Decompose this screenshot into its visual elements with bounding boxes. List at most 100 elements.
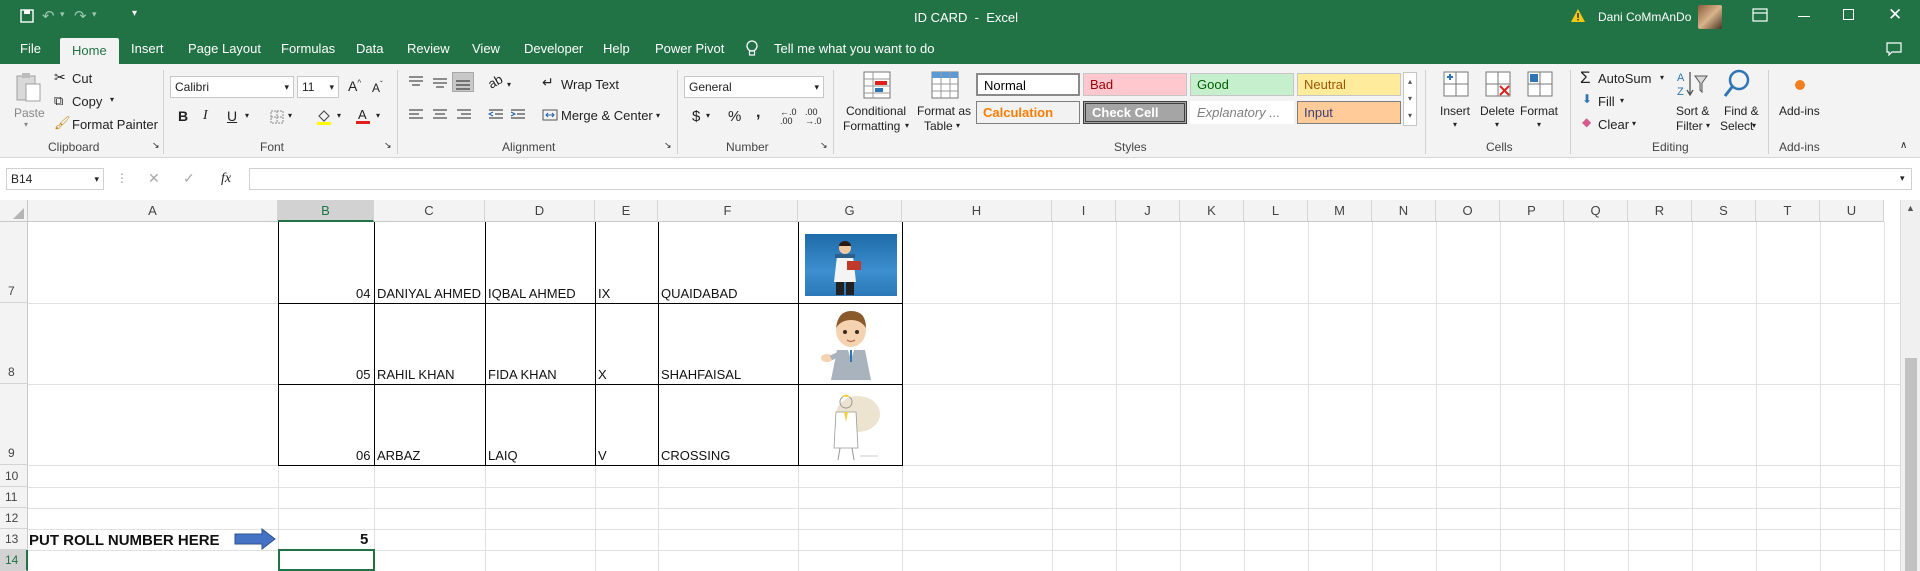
align-center-icon[interactable] [432,109,448,121]
align-left-icon[interactable] [408,109,424,121]
style-input[interactable]: Input [1297,101,1401,124]
number-launcher-icon[interactable]: ↘ [820,140,828,151]
comma-button[interactable]: , [756,104,760,122]
tab-review[interactable]: Review [407,34,450,64]
cut-button[interactable]: Cut [72,71,92,86]
copy-dropdown-icon[interactable]: ▾ [110,95,114,104]
student-photo[interactable] [805,234,897,296]
copy-icon[interactable]: ⧉ [54,93,63,109]
conditional-formatting-icon[interactable] [862,70,892,100]
delete-dropdown-icon[interactable]: ▾ [1495,120,1499,129]
conditional-formatting-dropdown-icon[interactable]: ▾ [905,121,909,130]
select-all-corner[interactable] [0,200,28,222]
row-header[interactable]: 10 [0,465,28,487]
collapse-ribbon-icon[interactable]: ∧ [1900,140,1907,151]
top-align-icon[interactable] [408,76,424,88]
font-color-dropdown-icon[interactable]: ▾ [376,111,380,120]
insert-function-button[interactable]: fx [221,171,231,187]
decrease-decimal-icon[interactable]: .00 →.0 [805,108,822,126]
roll-cell[interactable]: 04 [356,286,370,301]
tab-power-pivot[interactable]: Power Pivot [655,34,724,64]
address-cell[interactable]: CROSSING [661,448,730,463]
column-header[interactable]: C [374,200,485,222]
format-as-table-label-1[interactable]: Format as [917,104,971,118]
paste-dropdown-icon[interactable]: ▾ [24,120,28,129]
autosum-dropdown-icon[interactable]: ▾ [1660,73,1664,82]
wrap-text-icon[interactable]: ↵ [542,74,554,91]
conditional-formatting-label-1[interactable]: Conditional [846,104,906,118]
cancel-entry-icon[interactable]: ✕ [148,170,160,187]
column-header[interactable]: T [1756,200,1820,222]
find-select-dropdown-icon[interactable]: ▾ [1752,121,1756,130]
increase-decimal-icon[interactable]: ←.0.00 [780,108,797,126]
sort-filter-label-1[interactable]: Sort & [1676,104,1709,118]
increase-font-icon[interactable]: A^ [348,78,361,94]
formula-bar-grip-icon[interactable]: ⋮ [116,171,128,185]
fill-color-dropdown-icon[interactable]: ▾ [337,111,341,120]
tab-formulas[interactable]: Formulas [281,34,335,64]
address-cell[interactable]: QUAIDABAD [661,286,738,301]
clear-icon[interactable]: ◆ [1582,115,1591,129]
vertical-scrollbar[interactable]: ▲ [1900,200,1920,571]
column-header[interactable]: D [485,200,595,222]
format-cells-icon[interactable] [1526,70,1554,98]
format-cells-button[interactable]: Format [1520,104,1558,118]
delete-cells-button[interactable]: Delete [1480,104,1515,118]
style-good[interactable]: Good [1190,73,1294,96]
row-header[interactable]: 9 [0,384,28,465]
column-header[interactable]: H [902,200,1052,222]
format-dropdown-icon[interactable]: ▾ [1537,120,1541,129]
row-header[interactable]: 14 [0,550,28,571]
worksheet-grid[interactable]: A B C D E F G H I J K L M N O P Q R S T … [0,200,1920,571]
find-select-icon[interactable] [1722,68,1752,100]
fill-dropdown-icon[interactable]: ▾ [1620,96,1624,105]
font-name-select[interactable]: Calibri ▾ [170,76,294,98]
roll-cell[interactable]: 05 [356,367,370,382]
father-cell[interactable]: LAIQ [488,448,518,463]
decrease-font-icon[interactable]: Aˇ [372,80,383,95]
underline-dropdown-icon[interactable]: ▾ [245,111,249,120]
orientation-dropdown-icon[interactable]: ▾ [507,80,511,89]
format-painter-icon[interactable]: 🖌 [54,115,71,131]
scroll-up-icon[interactable]: ▲ [1906,203,1915,213]
italic-button[interactable]: I [203,108,208,124]
percent-button[interactable]: % [728,108,741,125]
tab-data[interactable]: Data [356,34,383,64]
sort-filter-label-2[interactable]: Filter [1676,119,1703,133]
fill-button[interactable]: Fill [1598,94,1615,109]
close-icon[interactable]: ✕ [1888,5,1902,25]
paste-icon[interactable] [14,72,42,102]
clear-button[interactable]: Clear [1598,117,1629,132]
column-header[interactable]: K [1180,200,1244,222]
style-check-cell[interactable]: Check Cell [1083,101,1187,124]
roll-cell[interactable]: 06 [356,448,370,463]
paste-button[interactable]: Paste [14,106,45,120]
insert-cells-icon[interactable] [1442,70,1470,98]
find-select-label-2[interactable]: Select [1720,119,1753,133]
merge-center-icon[interactable] [542,109,558,121]
style-bad[interactable]: Bad [1083,73,1187,96]
borders-icon[interactable] [270,110,284,124]
column-header[interactable]: N [1372,200,1436,222]
row-header[interactable]: 12 [0,508,28,529]
decrease-indent-icon[interactable] [488,109,504,121]
undo-dropdown-icon[interactable]: ▾ [60,9,65,20]
class-cell[interactable]: X [598,367,607,382]
style-neutral[interactable]: Neutral [1297,73,1401,96]
align-right-icon[interactable] [456,109,472,121]
ribbon-display-icon[interactable] [1752,8,1768,22]
column-header[interactable]: O [1436,200,1500,222]
clipboard-launcher-icon[interactable]: ↘ [152,140,160,151]
tab-help[interactable]: Help [603,34,630,64]
alignment-launcher-icon[interactable]: ↘ [664,140,672,151]
sort-filter-dropdown-icon[interactable]: ▾ [1706,121,1710,130]
formula-input[interactable] [249,168,1912,190]
roll-number-input[interactable]: 5 [360,531,368,548]
column-header[interactable]: L [1244,200,1308,222]
column-header[interactable]: E [595,200,658,222]
name-cell[interactable]: ARBAZ [377,448,420,463]
style-explanatory[interactable]: Explanatory ... [1190,101,1294,124]
number-format-select[interactable]: General ▾ [684,76,824,98]
class-cell[interactable]: IX [598,286,610,301]
insert-cells-button[interactable]: Insert [1440,104,1470,118]
